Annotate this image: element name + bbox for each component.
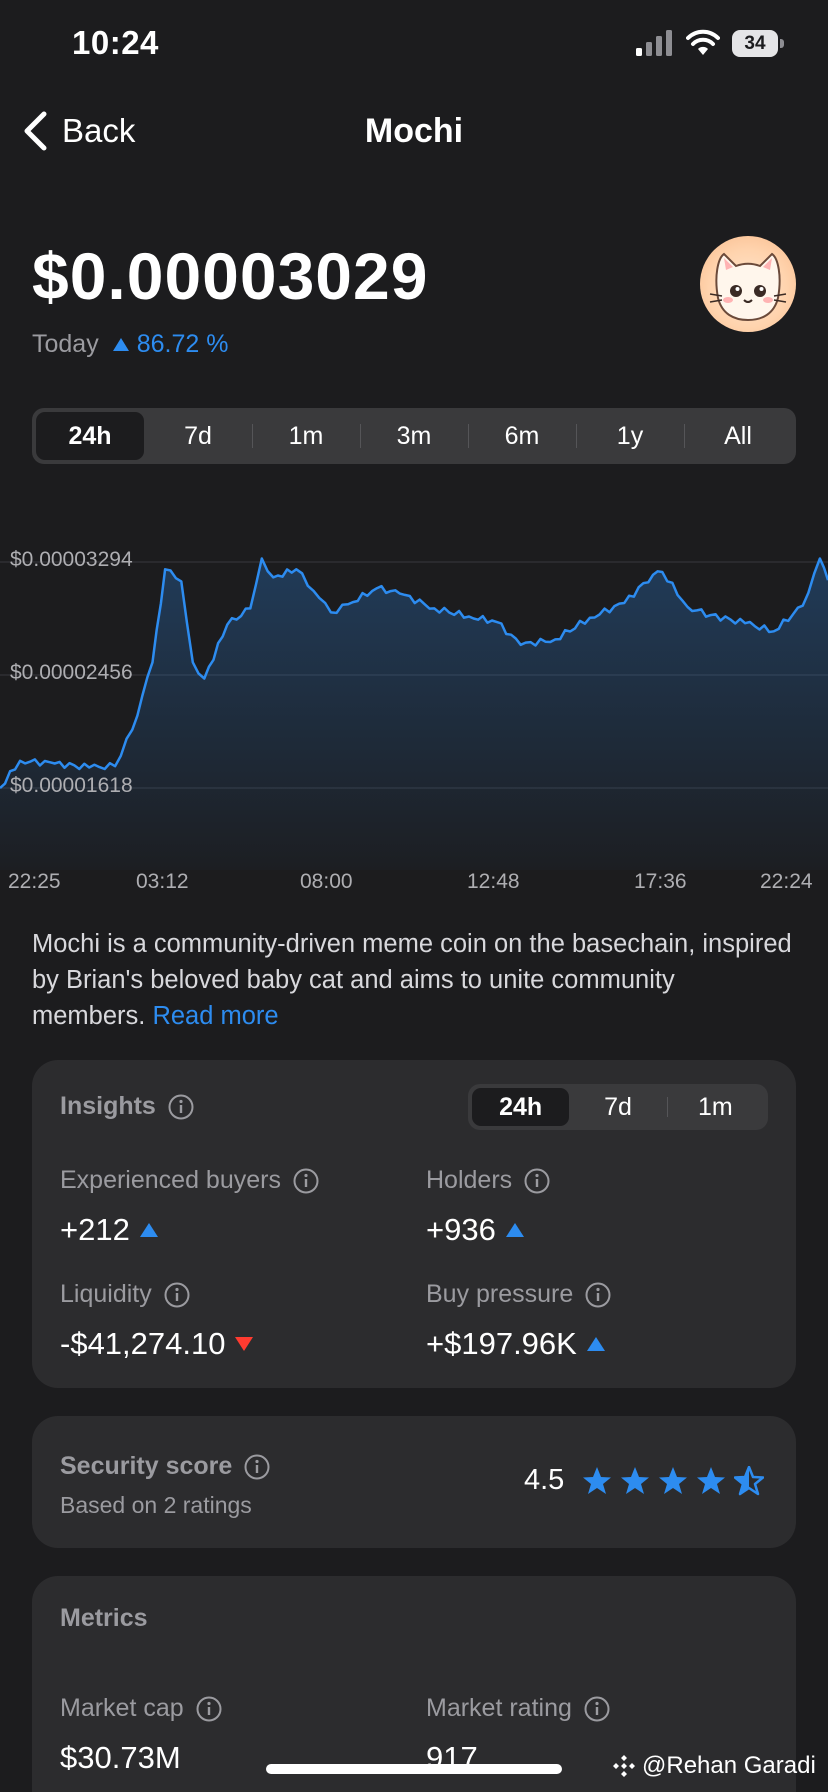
battery-level: 34 bbox=[732, 30, 778, 57]
range-tab-1m[interactable]: 1m bbox=[252, 412, 360, 460]
insights-tab-1m[interactable]: 1m bbox=[666, 1088, 764, 1126]
metric-value-text: +$197.96K bbox=[426, 1326, 577, 1361]
insights-range-tabs: 24h 7d 1m bbox=[468, 1084, 768, 1130]
x-axis-label: 22:25 bbox=[8, 870, 61, 893]
x-axis-label: 12:48 bbox=[467, 870, 520, 893]
insights-card: Insights 24h 7d 1m Experienced buyers +212 H… bbox=[32, 1060, 796, 1388]
status-time: 10:24 bbox=[72, 24, 159, 61]
x-axis-label: 03:12 bbox=[136, 870, 189, 893]
security-title-text: Security score bbox=[60, 1452, 233, 1480]
period-label: Today bbox=[32, 330, 99, 358]
token-avatar bbox=[700, 236, 796, 332]
watermark-text: @Rehan Garadi bbox=[642, 1752, 816, 1779]
cellular-signal-icon bbox=[636, 30, 672, 56]
y-axis-label: $0.00001618 bbox=[10, 774, 133, 797]
info-icon[interactable] bbox=[168, 1094, 194, 1120]
metric-label: Experienced buyers bbox=[60, 1166, 319, 1195]
range-tabs: 24h 7d 1m 3m 6m 1y All bbox=[32, 408, 796, 464]
price-change-row: Today 86.72 % bbox=[32, 330, 228, 359]
security-title: Security score bbox=[60, 1452, 270, 1481]
down-triangle-icon bbox=[235, 1337, 254, 1351]
diamond-logo-icon bbox=[613, 1755, 635, 1777]
metric-value-text: +212 bbox=[60, 1212, 130, 1247]
metric-label: Buy pressure bbox=[426, 1280, 611, 1309]
star-half-icon bbox=[734, 1465, 765, 1495]
x-axis-label: 22:24 bbox=[760, 870, 813, 893]
page-title: Mochi bbox=[364, 112, 464, 150]
star-full-icon bbox=[621, 1466, 650, 1494]
y-axis-label: $0.00003294 bbox=[10, 548, 133, 571]
y-axis-label: $0.00002456 bbox=[10, 661, 133, 684]
metric-label-text: Experienced buyers bbox=[60, 1166, 281, 1194]
x-axis-label: 17:36 bbox=[634, 870, 687, 893]
info-icon[interactable] bbox=[196, 1696, 222, 1722]
metric-label: Market rating bbox=[426, 1694, 610, 1723]
x-axis-label: 08:00 bbox=[300, 870, 353, 893]
price-chart bbox=[0, 557, 828, 870]
security-subtitle: Based on 2 ratings bbox=[60, 1492, 252, 1518]
token-description: Mochi is a community-driven meme coin on… bbox=[32, 926, 792, 1034]
range-tab-1y[interactable]: 1y bbox=[576, 412, 684, 460]
metric-value-text: -$41,274.10 bbox=[60, 1326, 226, 1361]
info-icon[interactable] bbox=[293, 1168, 319, 1194]
price-change: 86.72 % bbox=[112, 330, 229, 359]
home-indicator[interactable] bbox=[266, 1764, 562, 1774]
battery-icon: 34 bbox=[732, 30, 784, 57]
security-rating: 4.5 bbox=[524, 1464, 765, 1497]
metric-value: $30.73M bbox=[60, 1740, 181, 1775]
wifi-icon bbox=[686, 29, 720, 55]
price-change-value: 86.72 % bbox=[136, 330, 229, 358]
up-triangle-icon bbox=[586, 1337, 605, 1351]
range-tab-24h[interactable]: 24h bbox=[36, 412, 144, 460]
insights-tab-24h[interactable]: 24h bbox=[472, 1088, 570, 1126]
info-icon[interactable] bbox=[244, 1454, 270, 1480]
token-price: $0.00003029 bbox=[32, 239, 429, 313]
info-icon[interactable] bbox=[584, 1696, 610, 1722]
metric-label: Holders bbox=[426, 1166, 550, 1195]
range-tab-6m[interactable]: 6m bbox=[468, 412, 576, 460]
metric-value: -$41,274.10 bbox=[60, 1326, 254, 1362]
security-score: 4.5 bbox=[524, 1464, 565, 1496]
range-tab-7d[interactable]: 7d bbox=[144, 412, 252, 460]
info-icon[interactable] bbox=[524, 1168, 550, 1194]
metric-label: Market cap bbox=[60, 1694, 222, 1723]
metric-label-text: Market cap bbox=[60, 1694, 184, 1722]
metric-value: +936 bbox=[426, 1212, 524, 1248]
read-more-link[interactable]: Read more bbox=[152, 1002, 278, 1030]
up-triangle-icon bbox=[112, 338, 129, 351]
metric-value: +$197.96K bbox=[426, 1326, 605, 1362]
cat-logo-icon bbox=[709, 252, 787, 322]
chart-area bbox=[0, 558, 828, 870]
metric-label-text: Market rating bbox=[426, 1694, 572, 1722]
insights-title-text: Insights bbox=[60, 1092, 156, 1120]
watermark: @Rehan Garadi bbox=[612, 1752, 816, 1780]
rating-stars bbox=[582, 1465, 765, 1496]
info-icon[interactable] bbox=[585, 1282, 611, 1308]
security-card: Security score Based on 2 ratings 4.5 bbox=[32, 1416, 796, 1548]
range-tab-all[interactable]: All bbox=[684, 412, 792, 460]
metrics-title: Metrics bbox=[60, 1604, 148, 1632]
metric-label-text: Buy pressure bbox=[426, 1280, 574, 1308]
metric-label-text: Liquidity bbox=[60, 1280, 152, 1308]
description-text: Mochi is a community-driven meme coin on… bbox=[32, 930, 792, 1030]
up-triangle-icon bbox=[139, 1223, 158, 1237]
up-triangle-icon bbox=[505, 1223, 524, 1237]
star-full-icon bbox=[659, 1466, 688, 1494]
metric-value-text: +936 bbox=[426, 1212, 496, 1247]
info-icon[interactable] bbox=[164, 1282, 190, 1308]
metric-label-text: Holders bbox=[426, 1166, 513, 1194]
star-full-icon bbox=[583, 1466, 612, 1494]
insights-tab-7d[interactable]: 7d bbox=[569, 1088, 666, 1126]
star-full-icon bbox=[697, 1466, 726, 1494]
metric-value: +212 bbox=[60, 1212, 158, 1248]
range-tab-3m[interactable]: 3m bbox=[360, 412, 468, 460]
metric-label: Liquidity bbox=[60, 1280, 190, 1309]
insights-title: Insights bbox=[60, 1092, 194, 1121]
